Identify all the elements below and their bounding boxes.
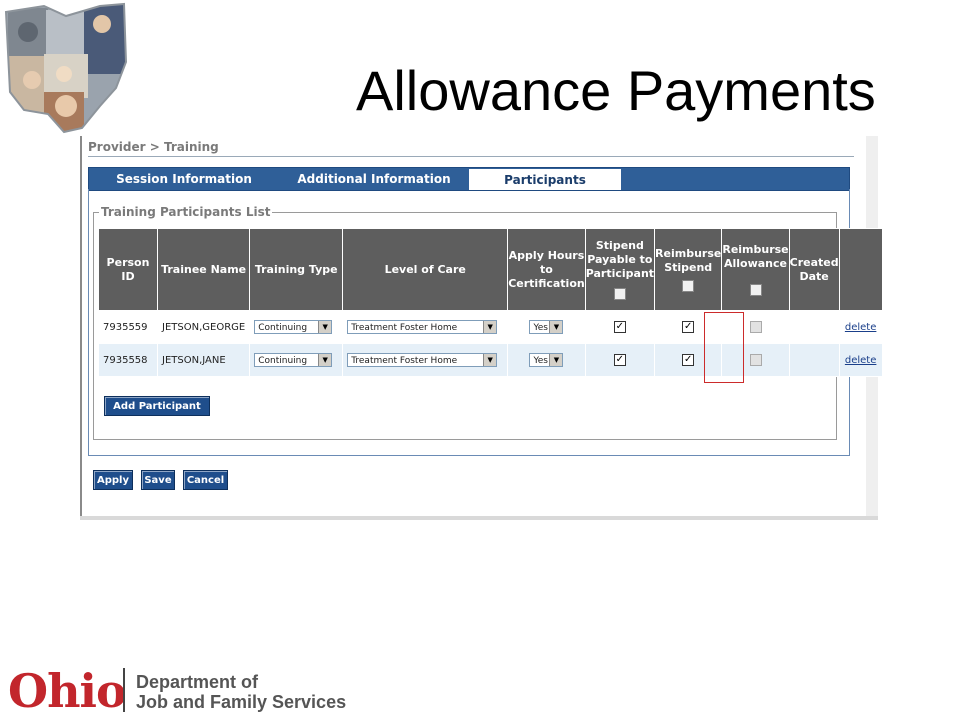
level-of-care-value: Treatment Foster Home bbox=[351, 323, 458, 333]
col-trainee-name: Trainee Name bbox=[156, 228, 251, 311]
reimburse-allowance-cell bbox=[721, 343, 790, 377]
level-of-care-select[interactable]: Treatment Foster Home ▼ bbox=[347, 320, 498, 334]
delete-link[interactable]: delete bbox=[845, 355, 877, 366]
training-type-value: Continuing bbox=[258, 323, 308, 333]
select-all-reimburse-allowance-checkbox[interactable] bbox=[749, 283, 762, 296]
chevron-down-icon: ▼ bbox=[483, 354, 497, 366]
tab-session-information[interactable]: Session Information bbox=[89, 168, 279, 190]
col-reimburse-stipend: Reimburse Stipend bbox=[654, 228, 723, 311]
col-stipend-payable-label: Stipend Payable to Participant bbox=[585, 238, 655, 280]
col-created-date: Created Date bbox=[788, 228, 840, 311]
panel-bottom-edge bbox=[80, 516, 878, 520]
ohio-logo-wordmark: Ohio bbox=[8, 664, 127, 718]
apply-hours-select[interactable]: Yes ▼ bbox=[529, 320, 564, 334]
apply-hours-cell: Yes ▼ bbox=[507, 343, 586, 377]
col-apply-hours: Apply Hours to Certification bbox=[507, 228, 586, 311]
action-cell: delete bbox=[838, 310, 883, 344]
reimburse-stipend-checkbox[interactable]: ✓ bbox=[682, 321, 695, 333]
person-id-cell: 7935559 bbox=[98, 310, 158, 344]
stipend-payable-checkbox[interactable]: ✓ bbox=[613, 321, 626, 333]
apply-hours-cell: Yes ▼ bbox=[507, 310, 586, 344]
training-type-value: Continuing bbox=[258, 356, 308, 366]
apply-button[interactable]: Apply bbox=[93, 470, 133, 490]
table-row: 7935558 JETSON,JANE Continuing ▼ Treatmen… bbox=[98, 343, 883, 377]
stipend-payable-cell: ✓ bbox=[584, 310, 656, 344]
chevron-down-icon: ▼ bbox=[549, 321, 563, 333]
reimburse-allowance-checkbox[interactable] bbox=[749, 321, 762, 333]
action-cell: delete bbox=[838, 343, 883, 377]
col-reimburse-allowance: Reimburse Allowance bbox=[721, 228, 790, 311]
save-button[interactable]: Save bbox=[141, 470, 175, 490]
logo-divider bbox=[123, 668, 125, 712]
apply-hours-select[interactable]: Yes ▼ bbox=[529, 353, 564, 367]
tab-participants[interactable]: Participants bbox=[469, 169, 621, 190]
created-date-cell bbox=[788, 310, 840, 344]
chevron-down-icon: ▼ bbox=[318, 354, 332, 366]
apply-hours-value: Yes bbox=[533, 356, 548, 366]
select-all-stipend-payable-checkbox[interactable] bbox=[613, 287, 626, 300]
level-of-care-cell: Treatment Foster Home ▼ bbox=[342, 310, 509, 344]
chevron-down-icon: ▼ bbox=[549, 354, 563, 366]
department-name-line1: Department of bbox=[136, 672, 259, 692]
trainee-name-cell: JETSON,JANE bbox=[156, 343, 251, 377]
stipend-payable-cell: ✓ bbox=[584, 343, 656, 377]
apply-hours-value: Yes bbox=[533, 323, 548, 333]
level-of-care-value: Treatment Foster Home bbox=[351, 356, 458, 366]
col-person-id: Person ID bbox=[98, 228, 158, 311]
level-of-care-cell: Treatment Foster Home ▼ bbox=[342, 343, 509, 377]
col-reimburse-stipend-label: Reimburse Stipend bbox=[655, 246, 722, 274]
participants-table: Person ID Trainee Name Training Type Lev… bbox=[98, 228, 883, 377]
col-stipend-payable: Stipend Payable to Participant bbox=[584, 228, 656, 311]
training-type-cell: Continuing ▼ bbox=[249, 310, 344, 344]
col-action bbox=[838, 228, 883, 311]
tab-bar: Session Information Additional Informati… bbox=[88, 167, 850, 191]
reimburse-stipend-cell: ✓ bbox=[654, 343, 723, 377]
reimburse-allowance-checkbox[interactable] bbox=[749, 354, 762, 366]
level-of-care-select[interactable]: Treatment Foster Home ▼ bbox=[347, 353, 498, 367]
tab-additional-information[interactable]: Additional Information bbox=[279, 168, 469, 190]
breadcrumb[interactable]: Provider > Training bbox=[88, 140, 219, 154]
created-date-cell bbox=[788, 343, 840, 377]
chevron-down-icon: ▼ bbox=[318, 321, 332, 333]
col-training-type: Training Type bbox=[249, 228, 344, 311]
person-id-cell: 7935558 bbox=[98, 343, 158, 377]
cancel-button[interactable]: Cancel bbox=[183, 470, 228, 490]
col-reimburse-allowance-label: Reimburse Allowance bbox=[722, 242, 789, 270]
reimburse-stipend-cell: ✓ bbox=[654, 310, 723, 344]
table-row: 7935559 JETSON,GEORGE Continuing ▼ Treatm… bbox=[98, 310, 883, 344]
reimburse-allowance-cell bbox=[721, 310, 790, 344]
chevron-down-icon: ▼ bbox=[483, 321, 497, 333]
training-type-select[interactable]: Continuing ▼ bbox=[254, 353, 333, 367]
training-type-cell: Continuing ▼ bbox=[249, 343, 344, 377]
col-level-of-care: Level of Care bbox=[342, 228, 509, 311]
participants-legend: Training Participants List bbox=[99, 205, 273, 219]
delete-link[interactable]: delete bbox=[845, 322, 877, 333]
reimburse-stipend-checkbox[interactable]: ✓ bbox=[682, 354, 695, 366]
breadcrumb-divider bbox=[88, 156, 854, 157]
ohio-photo-collage bbox=[4, 2, 128, 134]
add-participant-button[interactable]: Add Participant bbox=[104, 396, 210, 416]
slide-title: Allowance Payments bbox=[356, 59, 876, 122]
stipend-payable-checkbox[interactable]: ✓ bbox=[613, 354, 626, 366]
department-name-line2: Job and Family Services bbox=[136, 692, 347, 712]
select-all-reimburse-stipend-checkbox[interactable] bbox=[682, 279, 695, 292]
trainee-name-cell: JETSON,GEORGE bbox=[156, 310, 251, 344]
training-type-select[interactable]: Continuing ▼ bbox=[254, 320, 333, 334]
